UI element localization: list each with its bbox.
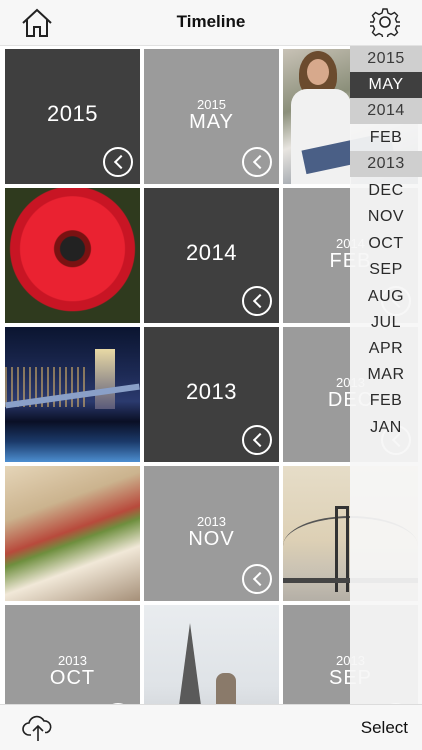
navigation-bar: Timeline (0, 0, 422, 46)
gear-icon[interactable] (370, 7, 400, 37)
collapse-arrow-icon[interactable] (242, 286, 272, 316)
index-item-month[interactable]: FEB (350, 125, 422, 151)
tile-month: MAY (189, 111, 234, 133)
photo-thumbnail[interactable] (5, 188, 140, 323)
photo-detail (216, 673, 236, 704)
tile-year: 2013 (58, 653, 87, 668)
cloud-upload-icon[interactable] (22, 713, 54, 743)
timeline-tile-month-may-2015[interactable]: 2015 MAY (144, 49, 279, 184)
index-item-month[interactable]: JUL (350, 310, 422, 336)
tile-month: NOV (188, 528, 235, 550)
index-item-month-selected[interactable]: MAY (350, 72, 422, 98)
index-item-year[interactable]: 2013 (350, 151, 422, 177)
tile-year: 2013 (197, 514, 226, 529)
index-item-month[interactable]: AUG (350, 284, 422, 310)
tile-year: 2014 (186, 240, 237, 265)
timeline-tile-month-oct-2013[interactable]: 2013 OCT (5, 605, 140, 704)
bottom-toolbar: Select (0, 704, 422, 750)
index-item-month[interactable]: JAN (350, 415, 422, 441)
timeline-tile-year-2013[interactable]: 2013 (144, 327, 279, 462)
index-item-month[interactable]: DEC (350, 178, 422, 204)
collapse-arrow-icon[interactable] (103, 147, 133, 177)
photo-detail (307, 59, 329, 85)
timeline-tile-year-2015[interactable]: 2015 (5, 49, 140, 184)
index-item-month[interactable]: SEP (350, 257, 422, 283)
tile-year: 2013 (186, 379, 237, 404)
timeline-tile-year-2014[interactable]: 2014 (144, 188, 279, 323)
tile-year: 2015 (47, 101, 98, 126)
collapse-arrow-icon[interactable] (242, 425, 272, 455)
photo-thumbnail[interactable] (144, 605, 279, 704)
photo-detail (178, 623, 202, 704)
timeline-tile-month-nov-2013[interactable]: 2013 NOV (144, 466, 279, 601)
photo-thumbnail[interactable] (5, 327, 140, 462)
page-title: Timeline (176, 12, 246, 31)
index-item-month[interactable]: OCT (350, 231, 422, 257)
tile-month: OCT (49, 667, 96, 689)
index-item-month[interactable]: MAR (350, 362, 422, 388)
tile-year: 2015 (197, 97, 226, 112)
photo-thumbnail[interactable] (5, 466, 140, 601)
photo-detail (95, 349, 115, 409)
collapse-arrow-icon[interactable] (242, 147, 272, 177)
collapse-arrow-icon[interactable] (242, 564, 272, 594)
date-index-sidebar: 2015 MAY 2014 FEB 2013 DEC NOV OCT SEP A… (350, 46, 422, 704)
index-item-month[interactable]: FEB (350, 388, 422, 414)
index-item-year[interactable]: 2015 (350, 46, 422, 72)
index-item-month[interactable]: APR (350, 336, 422, 362)
index-item-month[interactable]: NOV (350, 204, 422, 230)
index-item-year[interactable]: 2014 (350, 98, 422, 124)
select-button[interactable]: Select (361, 718, 408, 738)
